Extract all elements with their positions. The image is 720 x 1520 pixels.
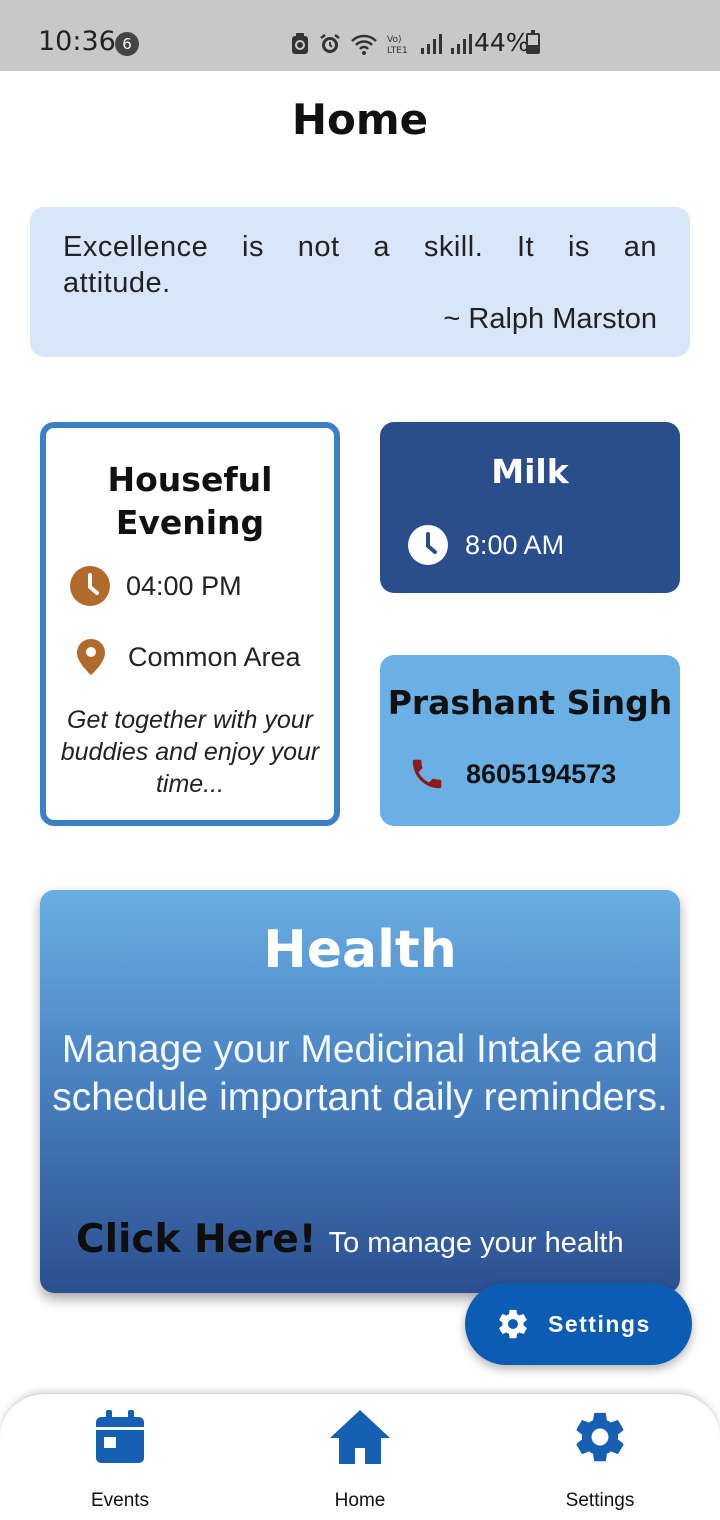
signal-icon (421, 34, 442, 54)
nav-label-home: Home (334, 1490, 386, 1511)
page-title: Home (291, 95, 429, 144)
event-location: Common Area (128, 641, 301, 672)
nav-item-settings[interactable]: Settings (520, 1406, 680, 1512)
clock-icon (408, 525, 448, 565)
contact-card[interactable]: Prashant Singh 8605194573 (380, 655, 680, 826)
reminder-title: Milk (491, 452, 569, 491)
gear-icon (576, 1412, 624, 1462)
status-time: 10:36 (38, 26, 116, 57)
reminder-card[interactable]: Milk 8:00 AM (380, 422, 680, 593)
health-cta-link[interactable]: Click Here! (76, 1217, 317, 1262)
home-icon (330, 1410, 390, 1464)
svg-text:Vo): Vo) (387, 35, 401, 45)
settings-fab-button[interactable]: Settings (465, 1283, 692, 1365)
event-time: 04:00 PM (126, 570, 242, 601)
health-title: Health (263, 920, 457, 980)
health-card[interactable]: Health Manage your Medicinal Intake and … (40, 890, 680, 1293)
event-location-row: Common Area (76, 638, 301, 676)
contact-phone-row: 8605194573 (408, 755, 616, 793)
bottom-nav: Events Home Settings (0, 1393, 720, 1520)
battery-percent: 44% (474, 28, 530, 57)
nav-item-events[interactable]: Events (40, 1406, 200, 1512)
svg-text:LTE1: LTE1 (387, 46, 408, 56)
gear-icon (499, 1309, 527, 1339)
nav-label-events: Events (90, 1490, 150, 1511)
event-card[interactable]: Houseful Evening 04:00 PM Common Area Ge… (40, 422, 340, 826)
alarm-icon (320, 34, 340, 53)
nav-item-home[interactable]: Home (280, 1406, 440, 1512)
event-time-row: 04:00 PM (70, 566, 242, 606)
health-cta[interactable]: Click Here! To manage your health (76, 1217, 624, 1262)
nav-label-settings: Settings (565, 1490, 635, 1511)
volte-icon: Vo)LTE1 (387, 35, 408, 56)
signal-icon (451, 34, 472, 54)
quote-author: ~ Ralph Marston (443, 303, 657, 335)
battery-icon (526, 30, 540, 54)
reminder-time-row: 8:00 AM (408, 525, 564, 565)
quote-card: Excellence is not a skill. It is an atti… (30, 207, 690, 357)
recycle-icon (292, 33, 308, 54)
reminder-time: 8:00 AM (465, 529, 565, 560)
contact-name: Prashant Singh (387, 683, 673, 722)
location-pin-icon (77, 639, 105, 675)
health-description: Manage your Medicinal Intake and schedul… (52, 1028, 668, 1119)
status-icons: Vo) LTE1 (290, 30, 472, 58)
calendar-icon (96, 1410, 144, 1463)
phone-icon[interactable] (408, 755, 446, 793)
quote-text: Excellence is not a skill. It is an atti… (63, 231, 657, 299)
event-description: Get together with your buddies and enjoy… (60, 706, 320, 798)
status-bar: 10:36 6 Vo) LTE1 44% (0, 0, 720, 71)
health-cta-text: To manage your health (328, 1227, 624, 1259)
notification-count-badge: 6 (115, 32, 139, 56)
wifi-icon (351, 34, 377, 55)
event-title: Houseful Evening (107, 460, 273, 542)
contact-phone[interactable]: 8605194573 (466, 759, 616, 790)
clock-icon (70, 566, 110, 606)
settings-fab-label: Settings (548, 1310, 651, 1337)
